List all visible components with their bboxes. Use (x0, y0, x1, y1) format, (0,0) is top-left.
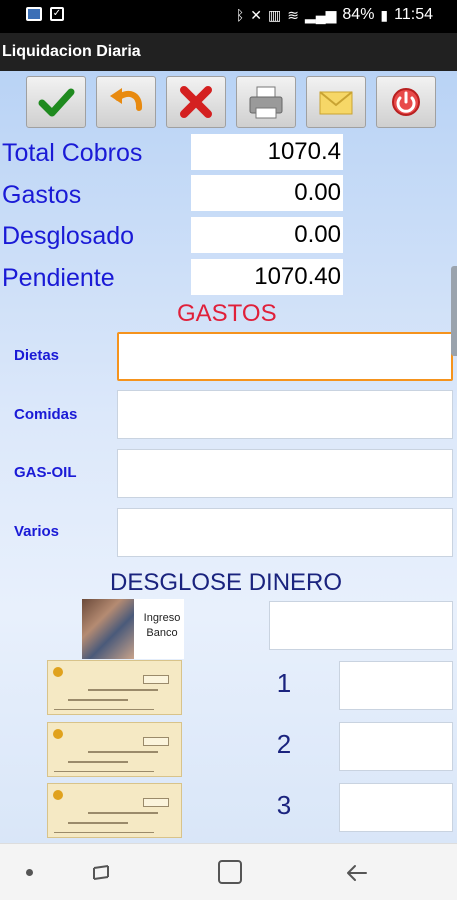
cheque-number-1: 1 (276, 668, 292, 698)
gastos-value: 0.00 (191, 175, 343, 211)
system-icons: ᛒ ✕ ▥ ≋ ▂▄▆ 84% ▮ 11:54 (236, 6, 433, 24)
notification-icons: ✓ (26, 7, 64, 21)
desglose-section-title: DESGLOSE DINERO (110, 569, 343, 596)
varios-input[interactable] (117, 508, 453, 557)
nav-dot-icon[interactable] (26, 869, 33, 876)
gastos-section-title: GASTOS (177, 300, 277, 327)
scroll-indicator[interactable] (451, 266, 457, 356)
mute-icon: ✕ (250, 6, 262, 23)
ingreso-banco-label: Ingreso Banco (143, 612, 181, 639)
cheque-number-3: 3 (276, 790, 292, 820)
dietas-label: Dietas (14, 347, 60, 364)
comidas-label: Comidas (14, 406, 78, 423)
power-button[interactable] (376, 76, 436, 128)
email-button[interactable] (306, 76, 366, 128)
back-icon[interactable] (344, 860, 370, 886)
app-title-bar: Liquidacion Diaria (0, 33, 457, 71)
undo-button[interactable] (96, 76, 156, 128)
pendiente-value: 1070.40 (191, 259, 343, 295)
app-title: Liquidacion Diaria (2, 43, 141, 60)
vibrate-icon: ▥ (267, 6, 282, 23)
bank-logo-icon (53, 790, 63, 800)
bank-deposit-photo (82, 599, 134, 659)
cheque-image-1[interactable] (47, 660, 182, 715)
gastos-label: Gastos (2, 181, 82, 209)
power-icon (392, 88, 420, 116)
ingreso-banco-input[interactable] (269, 601, 453, 650)
bank-logo-icon (53, 729, 63, 739)
gas-oil-input[interactable] (117, 449, 453, 498)
confirm-button[interactable] (26, 76, 86, 128)
cancel-button[interactable] (166, 76, 226, 128)
status-bar: ✓ ᛒ ✕ ▥ ≋ ▂▄▆ 84% ▮ 11:54 (0, 0, 457, 33)
toolbar (26, 76, 436, 128)
recent-apps-icon[interactable] (88, 860, 114, 886)
battery-icon: ▮ (380, 6, 389, 23)
gas-oil-label: GAS-OIL (14, 464, 77, 481)
cheque-input-1[interactable] (339, 661, 453, 710)
ingreso-banco-button[interactable]: Ingreso Banco (82, 599, 184, 659)
cheque-image-2[interactable] (47, 722, 182, 777)
pendiente-label: Pendiente (2, 264, 115, 292)
desglosado-value: 0.00 (191, 217, 343, 253)
navigation-bar (0, 843, 457, 900)
cheque-number-2: 2 (276, 729, 292, 759)
total-cobros-value: 1070.4 (191, 134, 343, 170)
battery-percent: 84% (342, 6, 375, 23)
print-button[interactable] (236, 76, 296, 128)
printer-icon (249, 86, 283, 119)
close-icon (180, 86, 212, 118)
cheque-input-3[interactable] (339, 783, 453, 832)
varios-label: Varios (14, 523, 60, 540)
envelope-icon (319, 91, 353, 115)
checkmark-icon (38, 88, 75, 117)
signal-icon: ▂▄▆ (304, 6, 337, 23)
undo-icon (110, 88, 143, 111)
main-content: Total Cobros 1070.4 Gastos 0.00 Desglosa… (0, 71, 457, 843)
dietas-input[interactable] (117, 332, 453, 381)
comidas-input[interactable] (117, 390, 453, 439)
desglosado-label: Desglosado (2, 222, 135, 250)
cheque-image-3[interactable] (47, 783, 182, 838)
checkbox-notification-icon: ✓ (50, 7, 64, 21)
gallery-notification-icon (26, 7, 42, 21)
total-cobros-label: Total Cobros (2, 139, 143, 167)
clock: 11:54 (394, 6, 433, 23)
cheque-input-2[interactable] (339, 722, 453, 771)
wifi-icon: ≋ (287, 6, 299, 23)
home-icon[interactable] (218, 860, 242, 884)
bluetooth-icon: ᛒ (235, 7, 245, 23)
bank-logo-icon (53, 667, 63, 677)
